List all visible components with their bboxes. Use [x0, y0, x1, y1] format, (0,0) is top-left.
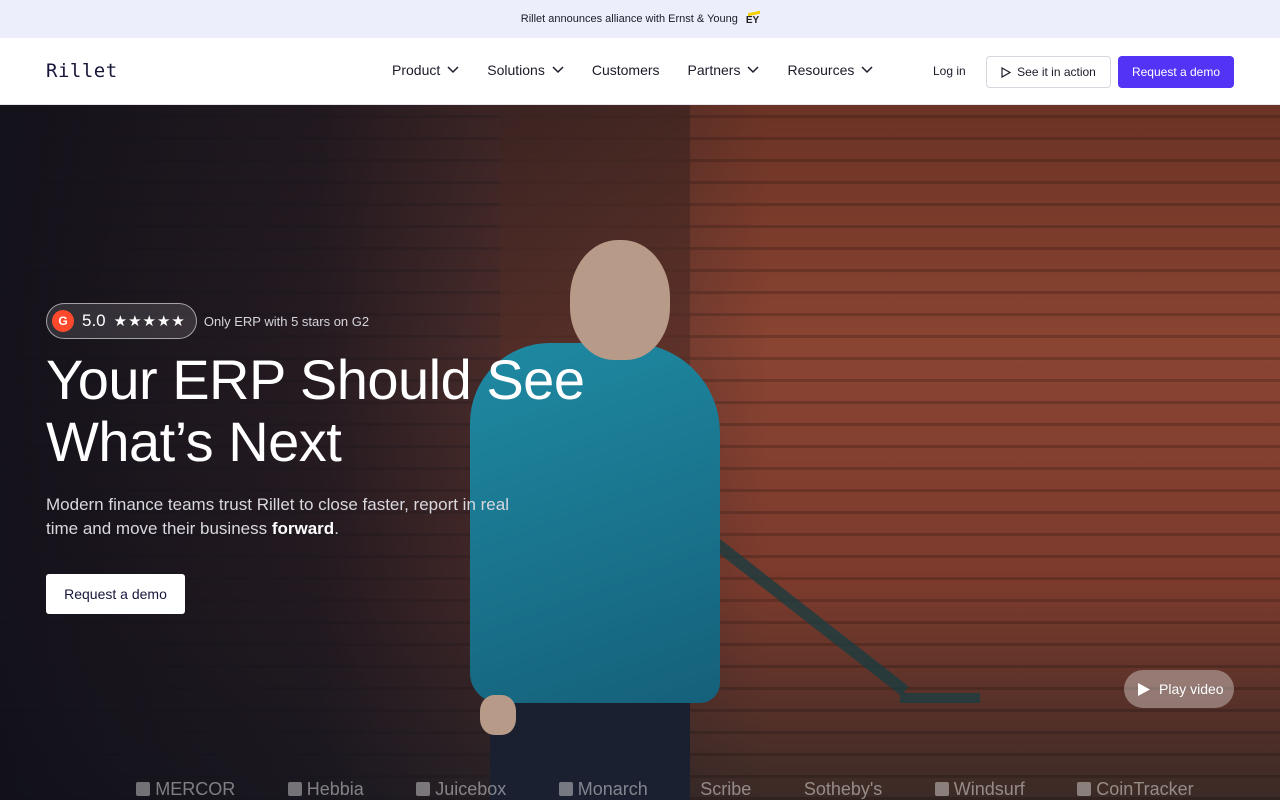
main-menu: Product Solutions Customers Partners Res…: [392, 62, 873, 78]
g2-rating-badge: G 5.0 ★★★★★ Only ERP with 5 stars on G2: [46, 303, 369, 339]
cointracker-mark-icon: [1077, 782, 1092, 796]
chevron-down-icon: [447, 66, 459, 74]
customer-logo-scribe: Scribe: [700, 779, 751, 800]
hero-headline: Your ERP Should See What’s Next: [46, 348, 585, 473]
background-railing-end: [900, 693, 980, 703]
customer-logo-hebbia: Hebbia: [287, 778, 364, 800]
announcement-text[interactable]: Rillet announces alliance with Ernst & Y…: [521, 13, 738, 25]
star-rating-icon: ★★★★★: [113, 313, 186, 330]
customer-logo-juicebox: Juicebox: [416, 779, 506, 800]
customer-logo-windsurf: Windsurf: [934, 778, 1025, 800]
customer-logo-mercor: MERCOR: [136, 779, 235, 800]
logo-text: MERCOR: [155, 778, 236, 799]
menu-solutions[interactable]: Solutions: [487, 62, 564, 78]
menu-label: Customers: [591, 62, 660, 78]
customer-logo-monarch: Monarch: [558, 778, 648, 800]
rating-value: 5.0: [82, 311, 106, 330]
menu-partners[interactable]: Partners: [688, 62, 760, 78]
subtext-bold: forward: [271, 519, 335, 538]
menu-resources[interactable]: Resources: [787, 62, 873, 78]
customer-logo-cointracker: CoinTracker: [1077, 778, 1194, 800]
subtext-end: .: [334, 519, 339, 538]
headline-line-2: What’s Next: [46, 410, 342, 473]
menu-label: Solutions: [487, 62, 545, 78]
play-icon: [1138, 682, 1150, 696]
play-video-label: Play video: [1159, 681, 1224, 697]
hero-request-demo-button[interactable]: Request a demo: [46, 574, 185, 614]
announcement-bar[interactable]: Rillet announces alliance with Ernst & Y…: [0, 0, 1280, 38]
logo-text: Windsurf: [953, 778, 1025, 799]
top-nav: Rillet Product Solutions Customers Partn…: [0, 38, 1280, 105]
g2-rating-pill[interactable]: G 5.0 ★★★★★: [46, 303, 197, 339]
person-hand: [480, 695, 516, 735]
see-it-in-action-label: See it in action: [1017, 65, 1096, 79]
see-it-in-action-button[interactable]: See it in action: [986, 56, 1111, 88]
background-railing: [696, 526, 909, 696]
logo-text: Monarch: [577, 778, 648, 799]
logo-text: Hebbia: [306, 778, 364, 799]
chevron-down-icon: [861, 66, 873, 74]
play-video-button[interactable]: Play video: [1124, 670, 1234, 708]
menu-label: Resources: [787, 62, 855, 78]
logo-text: Sotheby's: [803, 778, 883, 799]
headline-line-1: Your ERP Should See: [46, 348, 585, 411]
menu-label: Product: [392, 62, 441, 78]
chevron-down-icon: [747, 66, 759, 74]
customer-logo-sothebys: Sotheby's: [804, 779, 883, 800]
play-icon: [1001, 66, 1012, 78]
chevron-down-icon: [552, 66, 564, 74]
mercor-mark-icon: [136, 782, 151, 796]
monarch-mark-icon: [558, 782, 573, 796]
menu-customers[interactable]: Customers: [592, 62, 660, 78]
g2-badge-text: Only ERP with 5 stars on G2: [203, 313, 370, 329]
customer-logo-strip: MERCOR Hebbia Juicebox Monarch Scribe So…: [0, 773, 1280, 800]
request-demo-button[interactable]: Request a demo: [1118, 56, 1234, 88]
hero-section: G 5.0 ★★★★★ Only ERP with 5 stars on G2 …: [0, 105, 1280, 800]
menu-product[interactable]: Product: [392, 62, 459, 78]
hero-subtext: Modern finance teams trust Rillet to clo…: [46, 493, 516, 541]
brand-logo[interactable]: Rillet: [46, 60, 118, 82]
logo-text: Juicebox: [435, 778, 507, 799]
logo-text: Scribe: [700, 778, 752, 799]
juicebox-mark-icon: [416, 782, 431, 796]
login-link[interactable]: Log in: [933, 64, 966, 78]
windsurf-mark-icon: [934, 782, 949, 796]
g2-logo-icon: G: [52, 310, 74, 332]
person-head: [570, 240, 670, 360]
menu-label: Partners: [687, 62, 741, 78]
hebbia-mark-icon: [287, 782, 302, 796]
logo-text: CoinTracker: [1096, 778, 1194, 799]
ey-logo: EY: [746, 12, 759, 26]
